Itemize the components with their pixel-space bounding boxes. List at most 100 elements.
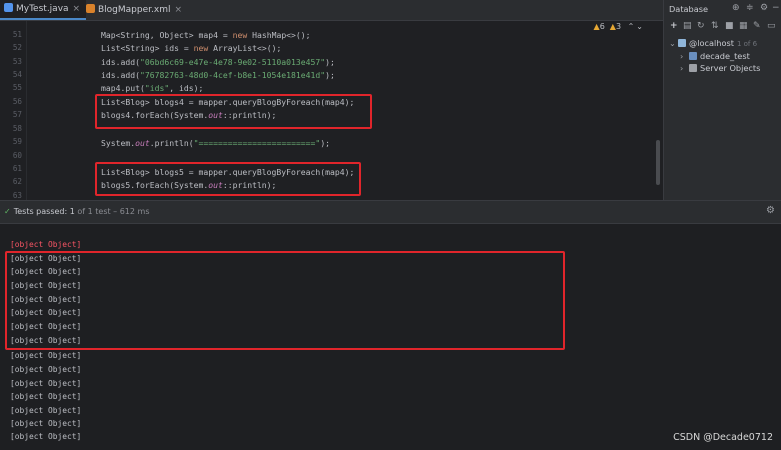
console-line: [object Object] [10, 392, 82, 401]
tests-passed-count: 1 [69, 207, 75, 216]
line-number: 60 [12, 151, 22, 160]
tab-label: BlogMapper.xml [98, 5, 171, 15]
code-token: ArrayList<>(); [208, 43, 282, 53]
console-line: [object Object] [10, 351, 82, 360]
schema-icon [689, 52, 697, 60]
tree-datasource-localhost[interactable]: ⌄ @localhost 1 of 6 [669, 38, 757, 48]
line-number: 55 [12, 83, 22, 92]
code-token: Map<String, Object> map4 = [101, 30, 233, 40]
code-line[interactable]: System.out.println("====================… [101, 137, 330, 149]
code-token: "========================" [193, 138, 321, 148]
console-line: [object Object] [10, 432, 82, 441]
close-tab-icon[interactable]: × [174, 5, 182, 15]
editor-scrollbar[interactable] [656, 140, 660, 185]
chevron-down-icon[interactable]: ⌄ [636, 22, 643, 31]
code-token: out [135, 138, 150, 148]
line-number: 59 [12, 137, 22, 146]
code-line[interactable]: ids.add("06bd6c69-e47e-4e78-9e02-5110a01… [101, 56, 335, 68]
code-line[interactable]: ids.add("76782763-48d0-4cef-b8e1-1054e18… [101, 69, 335, 81]
highlight-box-blogs5 [95, 162, 361, 196]
console-line: [object Object] [10, 365, 82, 374]
properties-icon[interactable]: ▤ [683, 21, 692, 31]
check-icon: ✓ [4, 207, 11, 216]
editor-tab-bar: MyTest.java × BlogMapper.xml × [0, 0, 663, 21]
code-line[interactable]: Map<String, Object> map4 = new HashMap<>… [101, 29, 311, 41]
code-line[interactable]: map4.put("ids", ids); [101, 82, 203, 94]
watermark: CSDN @Decade0712 [673, 432, 773, 443]
collapse-icon[interactable]: ≑ [746, 3, 754, 13]
refresh-icon[interactable]: ↻ [697, 21, 705, 31]
database-tool-window: Database ⊕ ≑ ⚙ − + ▤ ↻ ⇅ ■ ▦ ✎ ▭ ⌄ @local… [663, 0, 781, 200]
chevron-right-icon[interactable]: › [680, 51, 689, 61]
console-icon[interactable]: ▭ [767, 21, 776, 31]
line-number: 61 [12, 164, 22, 173]
gear-icon[interactable]: ⚙ [766, 205, 775, 216]
code-token: .println( [149, 138, 194, 148]
line-number-gutter: 51 52 53 54 55 56 57 58 59 60 61 62 63 [0, 21, 27, 200]
line-number: 62 [12, 177, 22, 186]
chevron-right-icon[interactable]: › [680, 63, 689, 73]
globe-icon[interactable]: ⊕ [732, 3, 740, 13]
code-token: List<String> ids = [101, 43, 194, 53]
test-status: ✓ Tests passed: 1 of 1 test – 612 ms [0, 207, 150, 216]
table-icon[interactable]: ▦ [739, 21, 748, 31]
schema-label: decade_test [700, 51, 750, 61]
code-token: "ids" [144, 83, 170, 93]
console-line: [object Object] [10, 406, 82, 415]
code-token: "06bd6c69-e47e-4e78-9e02-5110a013e457" [139, 57, 326, 67]
gear-icon[interactable]: ⚙ [760, 3, 768, 13]
line-number: 51 [12, 30, 22, 39]
tab-blogmapper-xml[interactable]: BlogMapper.xml × [82, 0, 188, 20]
server-objects-label: Server Objects [700, 63, 761, 73]
code-token: ); [325, 57, 335, 67]
chevron-up-icon[interactable]: ⌃ [628, 22, 635, 31]
code-token: map4.put( [101, 83, 145, 93]
minimize-icon[interactable]: − [772, 3, 780, 13]
tests-duration: – 612 ms [113, 207, 150, 216]
xml-file-icon [86, 4, 95, 13]
edit-icon[interactable]: ✎ [753, 21, 761, 31]
code-token: ); [325, 70, 335, 80]
code-token: , ids); [169, 83, 204, 93]
add-icon[interactable]: + [670, 21, 678, 31]
inspection-widget[interactable]: ▲6 ▲3 ⌃ ⌄ [594, 22, 643, 31]
line-number: 63 [12, 191, 22, 200]
java-file-icon [4, 3, 13, 12]
run-toolbar: ✓ Tests passed: 1 of 1 test – 612 ms ⚙ [0, 201, 781, 224]
sync-icon[interactable]: ⇅ [711, 21, 719, 31]
highlight-box-blogs4 [95, 94, 372, 129]
datasource-icon [678, 39, 686, 47]
line-number: 57 [12, 110, 22, 119]
tests-passed-label: Tests passed: [13, 207, 68, 216]
line-number: 54 [12, 70, 22, 79]
warning-count: 6 [599, 22, 605, 31]
folder-icon [689, 64, 697, 72]
code-line[interactable]: List<String> ids = new ArrayList<>(); [101, 42, 281, 54]
close-tab-icon[interactable]: × [73, 4, 81, 14]
tree-schema-decade-test[interactable]: › decade_test [680, 51, 750, 61]
line-number: 52 [12, 43, 22, 52]
tree-server-objects[interactable]: › Server Objects [680, 63, 760, 73]
console-line: [object Object] [10, 379, 82, 388]
code-token: "76782763-48d0-4cef-b8e1-1054e181e41d" [139, 70, 326, 80]
code-token: HashMap<>(); [247, 30, 311, 40]
highlight-box-sql-log [5, 251, 565, 350]
line-number: 56 [12, 97, 22, 106]
stop-icon[interactable]: ■ [725, 21, 734, 31]
weak-warning-count: 3 [615, 22, 622, 31]
database-panel-title: Database [669, 4, 709, 14]
tab-mytest-java[interactable]: MyTest.java × [0, 0, 87, 20]
line-number: 58 [12, 124, 22, 133]
console-line: [object Object] [10, 240, 82, 249]
code-token: new [193, 43, 209, 53]
code-token: ids.add( [101, 70, 140, 80]
code-editor[interactable]: MyTest.java × BlogMapper.xml × 51 52 53 54… [0, 0, 663, 200]
code-token: ); [320, 138, 331, 148]
datasource-label: @localhost [689, 38, 734, 48]
code-token: new [232, 30, 248, 40]
tests-total: of 1 test [77, 207, 111, 216]
datasource-count: 1 of 6 [736, 40, 758, 48]
console-line: [object Object] [10, 419, 82, 428]
run-console[interactable]: ✓ Tests passed: 1 of 1 test – 612 ms ⚙ [o… [0, 200, 781, 450]
chevron-down-icon[interactable]: ⌄ [669, 38, 678, 48]
